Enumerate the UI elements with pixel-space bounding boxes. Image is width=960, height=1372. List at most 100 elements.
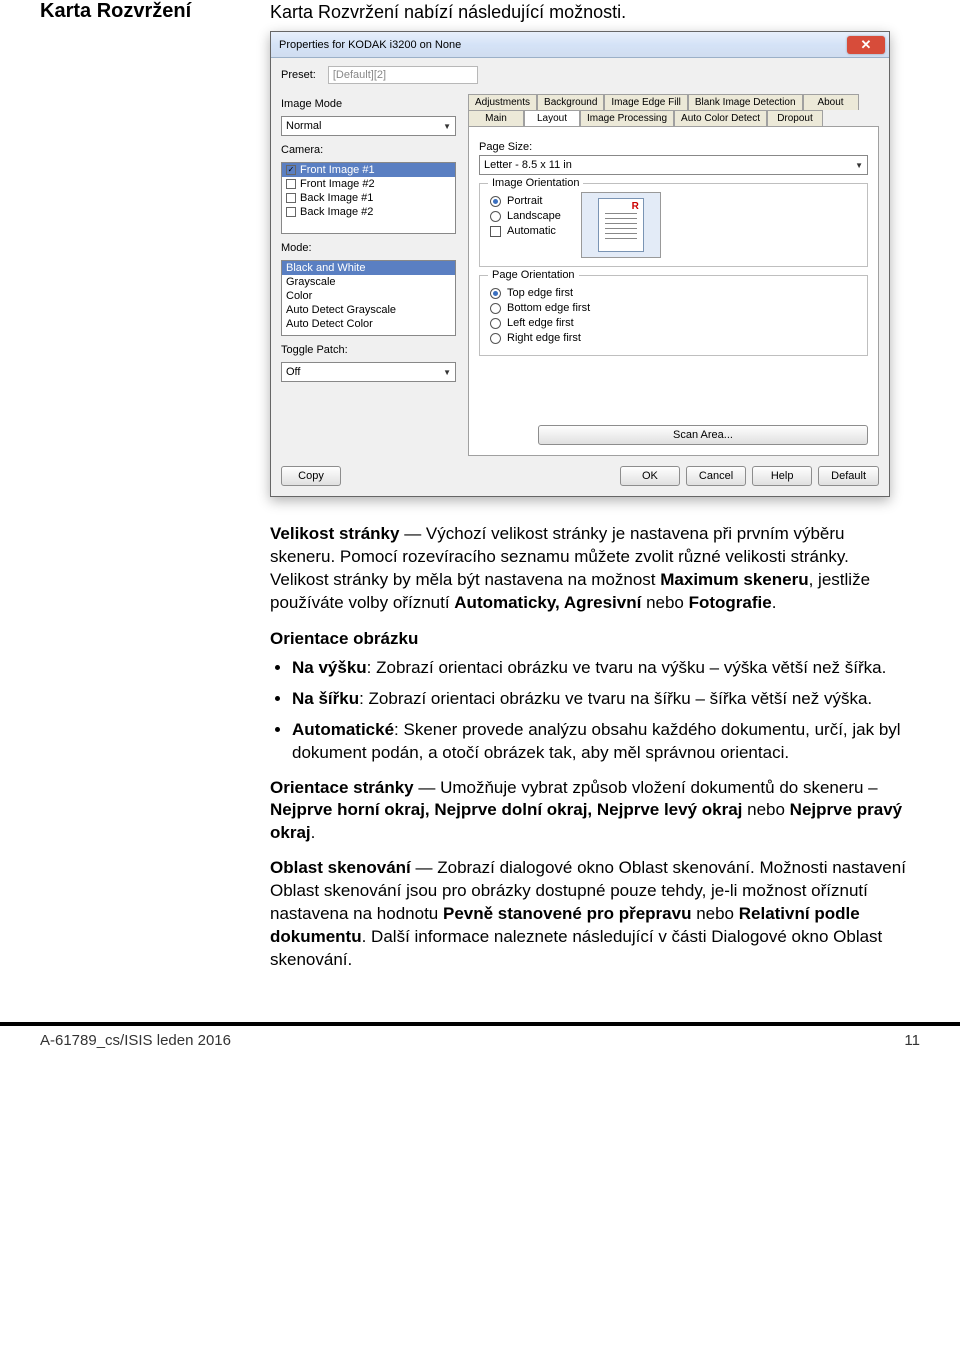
text-bold: Nejprve horní okraj, Nejprve dolní okraj… <box>270 800 742 819</box>
mode-row[interactable]: Grayscale <box>282 275 455 289</box>
preset-input[interactable] <box>328 66 478 84</box>
cancel-button[interactable]: Cancel <box>686 466 746 486</box>
chevron-down-icon: ▼ <box>443 368 451 377</box>
radio-left-edge[interactable] <box>490 318 501 329</box>
radio-bottom-edge[interactable] <box>490 303 501 314</box>
text-bold: Maximum skeneru <box>660 570 808 589</box>
toggle-patch-value: Off <box>286 366 300 378</box>
mode-row-label: Black and White <box>286 262 365 274</box>
checkbox-icon[interactable] <box>286 179 296 189</box>
text: nebo <box>641 593 688 612</box>
mode-listbox[interactable]: Black and White Grayscale Color Auto Det… <box>281 260 456 336</box>
text-bold: Oblast skenování <box>270 858 411 877</box>
close-button[interactable]: ✕ <box>847 36 885 54</box>
text-bold: Automaticky, Agresivní <box>454 593 641 612</box>
text: : Zobrazí orientaci obrázku ve tvaru na … <box>367 658 887 677</box>
camera-row-label: Back Image #1 <box>300 192 373 204</box>
page-size-combo[interactable]: Letter - 8.5 x 11 in ▼ <box>479 155 868 175</box>
preset-label: Preset: <box>281 69 316 81</box>
text: — Umožňuje vybrat způsob vložení dokumen… <box>414 778 878 797</box>
orientation-preview <box>581 192 661 258</box>
paragraph-scan-area: Oblast skenování — Zobrazí dialogové okn… <box>270 857 910 972</box>
text: . <box>772 593 777 612</box>
page-size-label: Page Size: <box>479 141 868 153</box>
radio-landscape-label: Landscape <box>507 210 561 222</box>
page-orientation-group: Page Orientation Top edge first Bottom e… <box>479 275 868 356</box>
image-mode-label: Image Mode <box>281 98 456 110</box>
text: nebo <box>691 904 738 923</box>
page-footer: A-61789_cs/ISIS leden 2016 11 <box>0 1022 960 1049</box>
mode-label: Mode: <box>281 242 456 254</box>
mode-row[interactable]: Color <box>282 289 455 303</box>
chevron-down-icon: ▼ <box>443 122 451 131</box>
mode-row-label: Auto Detect Grayscale <box>286 304 396 316</box>
mode-row-label: Grayscale <box>286 276 336 288</box>
list-item: Automatické: Skener provede analýzu obsa… <box>292 719 910 765</box>
copy-button[interactable]: Copy <box>281 466 341 486</box>
radio-portrait-label: Portrait <box>507 195 542 207</box>
titlebar: Properties for KODAK i3200 on None ✕ <box>271 32 889 58</box>
camera-listbox[interactable]: Front Image #1 Front Image #2 Back Image… <box>281 162 456 234</box>
ok-button[interactable]: OK <box>620 466 680 486</box>
radio-top-edge-label: Top edge first <box>507 287 573 299</box>
image-mode-value: Normal <box>286 120 321 132</box>
bullet-list-image-orientation: Na výšku: Zobrazí orientaci obrázku ve t… <box>270 657 910 765</box>
tab-dropout[interactable]: Dropout <box>767 110 823 126</box>
radio-right-edge-label: Right edge first <box>507 332 581 344</box>
paragraph-page-orientation: Orientace stránky — Umožňuje vybrat způs… <box>270 777 910 846</box>
camera-row[interactable]: Front Image #1 <box>282 163 455 177</box>
paragraph-page-size: Velikost stránky — Výchozí velikost strá… <box>270 523 910 615</box>
mode-row[interactable]: Auto Detect Grayscale <box>282 303 455 317</box>
tab-image-edge-fill[interactable]: Image Edge Fill <box>604 94 687 110</box>
help-button[interactable]: Help <box>752 466 812 486</box>
mode-row[interactable]: Auto Detect Color <box>282 317 455 331</box>
camera-row-label: Back Image #2 <box>300 206 373 218</box>
text: nebo <box>742 800 789 819</box>
text: . <box>311 823 316 842</box>
radio-portrait[interactable] <box>490 196 501 207</box>
tab-adjustments[interactable]: Adjustments <box>468 94 537 110</box>
window-title: Properties for KODAK i3200 on None <box>279 39 461 51</box>
footer-page-number: 11 <box>904 1032 920 1049</box>
checkbox-icon[interactable] <box>286 193 296 203</box>
text-bold: Na výšku <box>292 658 367 677</box>
default-button[interactable]: Default <box>818 466 879 486</box>
checkbox-icon[interactable] <box>286 207 296 217</box>
image-mode-combo[interactable]: Normal ▼ <box>281 116 456 136</box>
radio-top-edge[interactable] <box>490 288 501 299</box>
page-size-value: Letter - 8.5 x 11 in <box>484 159 572 171</box>
footer-left: A-61789_cs/ISIS leden 2016 <box>40 1032 231 1049</box>
section-intro: Karta Rozvržení nabízí následující možno… <box>270 0 920 23</box>
properties-dialog: Properties for KODAK i3200 on None ✕ Pre… <box>270 31 890 497</box>
list-item: Na šířku: Zobrazí orientaci obrázku ve t… <box>292 688 910 711</box>
scan-area-button[interactable]: Scan Area... <box>538 425 868 445</box>
tab-auto-color-detect[interactable]: Auto Color Detect <box>674 110 767 126</box>
chevron-down-icon: ▼ <box>855 161 863 170</box>
text-bold: Velikost stránky <box>270 524 399 543</box>
toggle-patch-combo[interactable]: Off ▼ <box>281 362 456 382</box>
radio-landscape[interactable] <box>490 211 501 222</box>
tab-background[interactable]: Background <box>537 94 604 110</box>
camera-row[interactable]: Back Image #2 <box>282 205 455 219</box>
camera-row[interactable]: Back Image #1 <box>282 191 455 205</box>
text-bold: Na šířku <box>292 689 359 708</box>
tab-panel-layout: Page Size: Letter - 8.5 x 11 in ▼ Image … <box>468 126 879 456</box>
text-bold: Pevně stanovené pro přepravu <box>443 904 691 923</box>
tab-about[interactable]: About <box>803 94 859 110</box>
text-bold: Fotografie <box>689 593 772 612</box>
tab-blank-image-detection[interactable]: Blank Image Detection <box>688 94 803 110</box>
camera-row[interactable]: Front Image #2 <box>282 177 455 191</box>
camera-row-label: Front Image #2 <box>300 178 375 190</box>
checkbox-automatic-label: Automatic <box>507 225 556 237</box>
text: . Další informace naleznete následující … <box>270 927 882 969</box>
mode-row[interactable]: Black and White <box>282 261 455 275</box>
radio-right-edge[interactable] <box>490 333 501 344</box>
camera-row-label: Front Image #1 <box>300 164 375 176</box>
checkbox-automatic[interactable] <box>490 226 501 237</box>
tab-image-processing[interactable]: Image Processing <box>580 110 674 126</box>
checkbox-icon[interactable] <box>286 165 296 175</box>
tab-main[interactable]: Main <box>468 110 524 126</box>
tab-layout[interactable]: Layout <box>524 110 580 126</box>
image-orientation-group: Image Orientation Portrait Landscape Aut… <box>479 183 868 267</box>
mode-row-label: Auto Detect Color <box>286 318 373 330</box>
